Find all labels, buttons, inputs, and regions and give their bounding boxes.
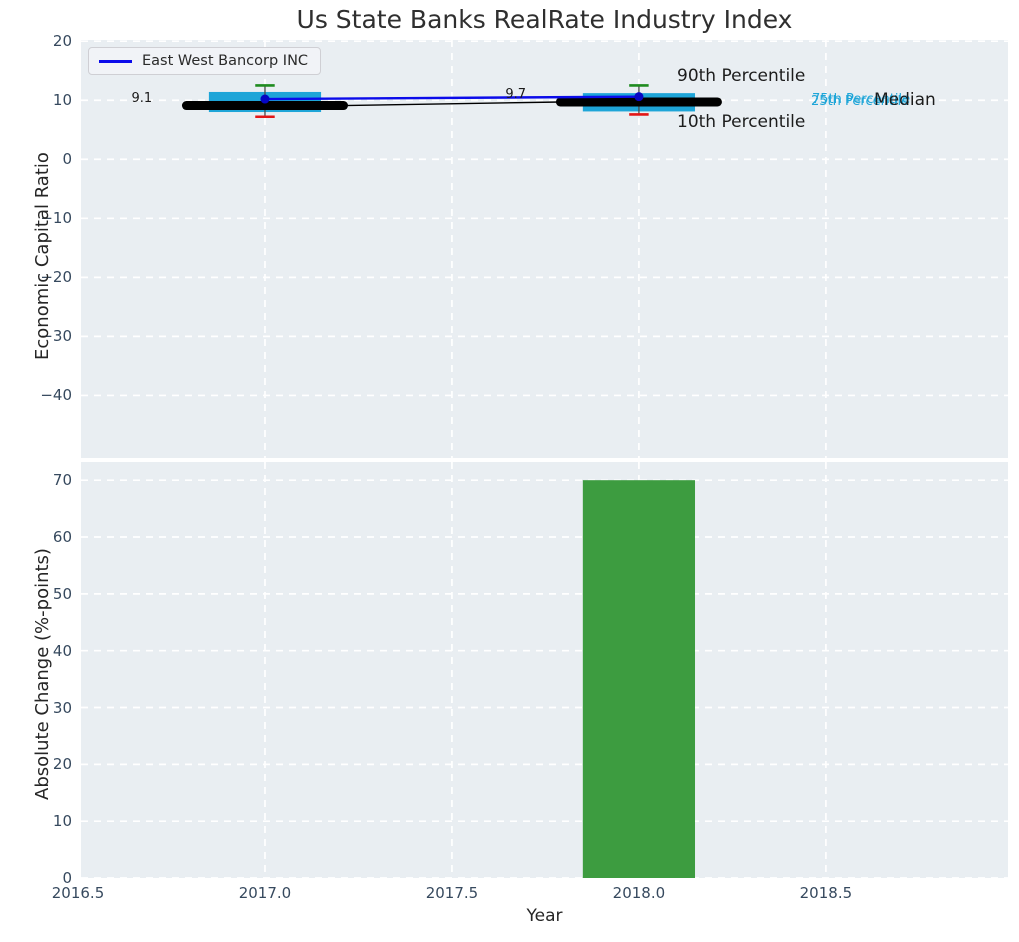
median-value-label: 9.7: [505, 86, 527, 102]
annotation-10th-percentile: 10th Percentile: [677, 112, 806, 132]
legend-line-swatch: [99, 59, 132, 63]
x-tick-label: 2017.0: [238, 884, 292, 902]
top-y-tick-label: 10: [52, 91, 72, 110]
top-y-axis-label: Economic Capital Ratio: [32, 152, 53, 360]
x-tick-label: 2018.0: [612, 884, 666, 902]
annotation-median: Median: [874, 90, 936, 110]
bottom-y-tick-label: 60: [52, 528, 72, 547]
x-axis-label: Year: [526, 906, 563, 926]
company-dot: [260, 94, 270, 104]
chart-title: Us State Banks RealRate Industry Index: [296, 5, 793, 34]
bottom-y-axis-label: Absolute Change (%-points): [32, 548, 53, 800]
figure: 20 10 0 −10 −20 −30 −40 70 60 50 40 30 20 10 0 2016.5 20…: [0, 0, 1019, 942]
x-tick-label: 2016.5: [51, 884, 105, 902]
chart-marks-layer: [81, 40, 1008, 879]
x-tick-label: 2017.5: [425, 884, 479, 902]
change-bar: [582, 480, 696, 878]
median-value-label: 9.1: [131, 90, 153, 106]
bottom-y-tick-label: 70: [52, 471, 72, 490]
x-tick-label: 2018.5: [799, 884, 853, 902]
company-dot: [634, 92, 644, 102]
bottom-y-tick-label: 10: [52, 812, 72, 831]
annotation-90th-percentile: 90th Percentile: [677, 66, 806, 86]
legend: East West Bancorp INC: [88, 47, 322, 75]
top-y-tick-label: 20: [52, 32, 72, 51]
legend-label: East West Bancorp INC: [142, 53, 309, 69]
top-y-tick-label: −40: [40, 386, 72, 405]
